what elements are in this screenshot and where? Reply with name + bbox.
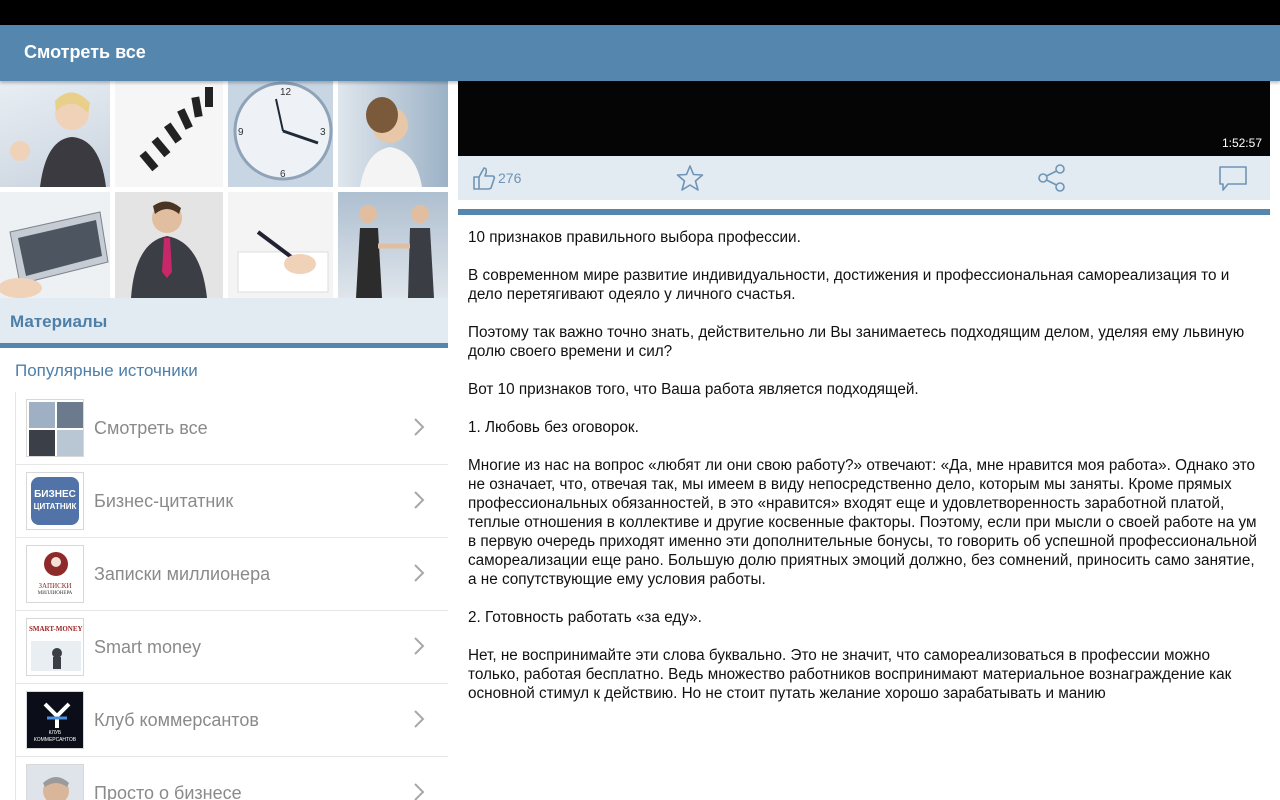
svg-text:6: 6	[280, 169, 286, 180]
article-paragraph: 1. Любовь без оговорок.	[468, 419, 639, 436]
source-label: Клуб коммерсантов	[94, 710, 259, 730]
millionaire-notes-logo-icon: ЗАПИСКИ МИЛЛИОНЕРА	[26, 545, 84, 603]
list-item[interactable]: БИЗНЕС ЦИТАТНИК Бизнес-цитатник	[15, 465, 448, 538]
merchants-club-logo-icon: КЛУБ КОММЕРСАНТОВ	[26, 691, 84, 749]
article-paragraph: Нет, не воспринимайте эти слова буквальн…	[468, 647, 1232, 702]
star-icon	[676, 165, 704, 191]
article-paragraph: В современном мире развитие индивидуальн…	[468, 267, 1230, 303]
chevron-right-icon	[414, 564, 425, 582]
video-player[interactable]: 1:52:57	[458, 81, 1270, 156]
logo-text: МИЛЛИОНЕРА	[37, 591, 73, 596]
article-paragraph: Вот 10 признаков того, что Ваша работа я…	[468, 381, 919, 398]
article-paragraph: 10 признаков правильного выбора професси…	[468, 229, 801, 246]
article-divider	[458, 209, 1270, 215]
chevron-right-icon	[414, 418, 425, 436]
app-title: Смотреть все	[24, 42, 146, 62]
list-item[interactable]: Смотреть все	[15, 392, 448, 465]
collage-photo-clock: 12 3 6 9	[228, 81, 333, 187]
like-count: 276	[498, 170, 522, 186]
status-bar	[0, 0, 1280, 25]
business-quotes-logo-icon: БИЗНЕС ЦИТАТНИК	[26, 472, 84, 530]
svg-text:9: 9	[238, 127, 244, 138]
list-item[interactable]: SMART-MONEY Smart money	[15, 611, 448, 684]
logo-text: ЗАПИСКИ	[38, 582, 72, 590]
svg-text:3: 3	[320, 127, 326, 138]
list-item[interactable]: ЗАПИСКИ МИЛЛИОНЕРА Записки миллионера	[15, 538, 448, 611]
collage-photo-laptop	[0, 192, 110, 298]
collage-thumb-icon	[26, 399, 84, 457]
logo-text: SMART-MONEY	[29, 625, 83, 633]
article-paragraph: Многие из нас на вопрос «любят ли они св…	[468, 457, 1257, 588]
source-label: Бизнес-цитатник	[94, 491, 234, 511]
collage-photo-businessman	[115, 192, 223, 298]
header-collage: 12 3 6 9	[0, 81, 448, 298]
materials-panel: 12 3 6 9 Материалы Популярные источники Смо…	[0, 81, 448, 800]
collage-photo-woman-glasses	[338, 81, 448, 187]
list-item[interactable]: Просто о бизнесе	[15, 757, 448, 800]
favorite-button[interactable]	[675, 156, 705, 200]
app-bar: Смотреть все	[0, 25, 1280, 81]
popular-sources-title: Популярные источники	[15, 361, 198, 380]
materials-header: Материалы	[0, 298, 448, 346]
logo-text: ЦИТАТНИК	[33, 502, 77, 511]
comment-icon	[1219, 166, 1247, 191]
logo-text: БИЗНЕС	[34, 489, 76, 500]
thumbs-up-icon	[473, 167, 496, 190]
article-body: 10 признаков правильного выбора професси…	[468, 228, 1263, 722]
source-label: Записки миллионера	[94, 564, 271, 584]
list-item[interactable]: КЛУБ КОММЕРСАНТОВ Клуб коммерсантов	[15, 684, 448, 757]
svg-text:12: 12	[280, 87, 292, 98]
logo-text: КЛУБ	[48, 730, 62, 736]
chevron-right-icon	[414, 491, 425, 509]
materials-title: Материалы	[10, 312, 108, 331]
collage-photo-handshake	[338, 192, 448, 298]
collage-photo-dominoes	[115, 81, 223, 187]
article-panel: 1:52:57 276 10 признаков правильного выб…	[458, 81, 1270, 800]
sources-list: Смотреть все БИЗНЕС ЦИТАТНИК Бизнес-цита…	[15, 392, 448, 800]
logo-text: КОММЕРСАНТОВ	[33, 737, 77, 743]
source-label: Просто о бизнесе	[94, 783, 242, 800]
source-label: Смотреть все	[94, 418, 208, 438]
share-button[interactable]	[1037, 156, 1067, 200]
article-paragraph: 2. Готовность работать «за еду».	[468, 609, 702, 626]
video-duration: 1:52:57	[1221, 136, 1262, 150]
like-button[interactable]: 276	[472, 156, 521, 200]
materials-divider	[0, 343, 448, 348]
chevron-right-icon	[414, 783, 425, 800]
action-bar: 276	[458, 156, 1270, 200]
comment-button[interactable]	[1218, 156, 1248, 200]
share-icon	[1038, 164, 1065, 192]
collage-photo-writing	[228, 192, 333, 298]
smart-money-logo-icon: SMART-MONEY	[26, 618, 84, 676]
collage-photo-businesswoman	[0, 81, 110, 187]
chevron-right-icon	[414, 710, 425, 728]
source-label: Smart money	[94, 637, 202, 657]
article-paragraph: Поэтому так важно точно знать, действите…	[468, 324, 1245, 360]
simply-business-logo-icon	[26, 764, 84, 800]
chevron-right-icon	[414, 637, 425, 655]
